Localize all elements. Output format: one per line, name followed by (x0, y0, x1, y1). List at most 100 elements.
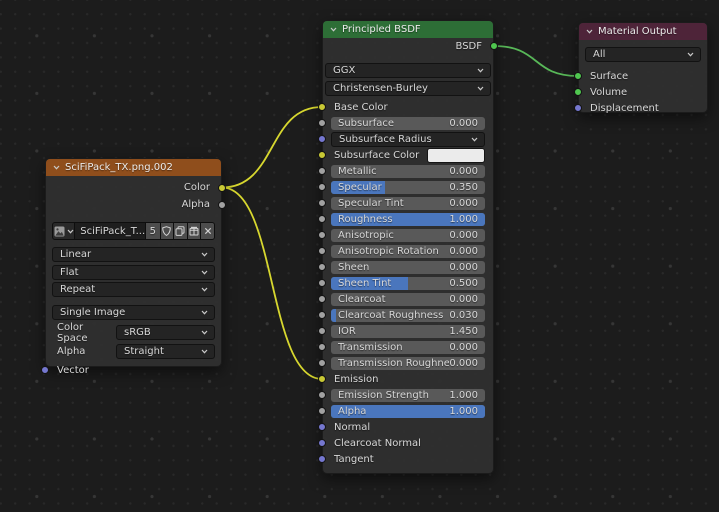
anisotropic-rotation-value: 0.000 (449, 246, 478, 257)
material-output-node[interactable]: Material Output AllSurfaceVolumeDisplace… (578, 22, 708, 113)
image-texture-node[interactable]: SciFiPack_TX.png.002 ColorAlphaSciFiPack… (45, 158, 222, 367)
gray-socket[interactable] (318, 199, 326, 207)
chevron-down-icon (477, 68, 484, 73)
purple-socket[interactable] (41, 366, 49, 374)
gray-socket[interactable] (318, 359, 326, 367)
gray-socket[interactable] (318, 311, 326, 319)
purple-socket[interactable] (318, 423, 326, 431)
prop-row-color-space: Color SpacesRGB (52, 325, 215, 340)
dropdown-ggx[interactable]: GGX (325, 63, 491, 78)
green-socket[interactable] (574, 72, 582, 80)
collapse-chevron-icon[interactable] (330, 27, 337, 32)
collapse-chevron-icon[interactable] (586, 29, 593, 34)
image-browse-button[interactable] (53, 223, 74, 239)
dropdown-single-image-value: Single Image (60, 307, 201, 318)
gray-socket[interactable] (318, 279, 326, 287)
dropdown-row-flat: Flat (52, 265, 215, 280)
gray-socket[interactable] (318, 407, 326, 415)
clearcoat-roughness-slider[interactable]: Clearcoat Roughness0.030 (331, 309, 485, 322)
bsdf-row-anisotropic-rotation: Anisotropic Rotation0.000 (323, 243, 493, 259)
gray-socket[interactable] (218, 201, 226, 209)
output-row-alpha: Alpha (46, 196, 221, 213)
purple-socket[interactable] (318, 455, 326, 463)
dropdown-alpha[interactable]: Straight (116, 344, 215, 359)
fake-user-button[interactable] (161, 223, 174, 239)
green-socket[interactable] (574, 88, 582, 96)
dropdown-ggx-value: GGX (333, 65, 477, 76)
specular-tint-label: Specular Tint (338, 198, 449, 209)
collapse-chevron-icon[interactable] (53, 165, 60, 170)
node-editor-canvas[interactable]: SciFiPack_TX.png.002 ColorAlphaSciFiPack… (0, 0, 719, 512)
dropdown-christensen-burley-value: Christensen-Burley (333, 83, 477, 94)
gray-socket[interactable] (318, 119, 326, 127)
gray-socket[interactable] (318, 231, 326, 239)
dropdown-linear[interactable]: Linear (52, 247, 215, 262)
yellow-socket[interactable] (318, 103, 326, 111)
anisotropic-label: Anisotropic (338, 230, 449, 241)
material-output-node-header[interactable]: Material Output (579, 23, 707, 40)
dropdown-single-image[interactable]: Single Image (52, 305, 215, 320)
unlink-image-button[interactable] (201, 223, 214, 239)
green-socket[interactable] (490, 42, 498, 50)
anisotropic-slider[interactable]: Anisotropic0.000 (331, 229, 485, 242)
metallic-slider[interactable]: Metallic0.000 (331, 165, 485, 178)
image-name-field[interactable]: SciFiPack_T... (75, 223, 145, 239)
dropdown-flat[interactable]: Flat (52, 265, 215, 280)
purple-socket[interactable] (574, 104, 582, 112)
ior-slider[interactable]: IOR1.450 (331, 325, 485, 338)
input-label: Displacement (590, 103, 659, 114)
gray-socket[interactable] (318, 215, 326, 223)
yellow-socket[interactable] (218, 184, 226, 192)
dropdown-all[interactable]: All (585, 47, 701, 62)
dropdown-repeat[interactable]: Repeat (52, 282, 215, 297)
gray-socket[interactable] (318, 167, 326, 175)
specular-tint-slider[interactable]: Specular Tint0.000 (331, 197, 485, 210)
tangent-label: Tangent (334, 454, 374, 465)
prop-row-alpha: AlphaStraight (52, 344, 215, 359)
gray-socket[interactable] (318, 343, 326, 351)
pack-image-button[interactable] (188, 223, 201, 239)
yellow-socket[interactable] (318, 151, 326, 159)
ior-value: 1.450 (449, 326, 478, 337)
dropdown-color-space[interactable]: sRGB (116, 325, 215, 340)
gray-socket[interactable] (318, 327, 326, 335)
specular-slider[interactable]: Specular0.350 (331, 181, 485, 194)
image-texture-node-header[interactable]: SciFiPack_TX.png.002 (46, 159, 221, 176)
gray-socket[interactable] (318, 295, 326, 303)
alpha-slider[interactable]: Alpha1.000 (331, 405, 485, 418)
gray-socket[interactable] (318, 183, 326, 191)
chevron-down-icon (201, 349, 208, 354)
x-icon (204, 227, 212, 235)
image-datablock-row: SciFiPack_T...5 (52, 222, 215, 240)
roughness-slider[interactable]: Roughness1.000 (331, 213, 485, 226)
chevron-down-icon (201, 330, 208, 335)
sheen-tint-value: 0.500 (449, 278, 478, 289)
transmission-slider[interactable]: Transmission0.000 (331, 341, 485, 354)
principled-bsdf-node-header[interactable]: Principled BSDF (323, 21, 493, 38)
sheen-slider[interactable]: Sheen0.000 (331, 261, 485, 274)
gray-socket[interactable] (318, 263, 326, 271)
sheen-tint-slider[interactable]: Sheen Tint0.500 (331, 277, 485, 290)
alpha-label: Alpha (338, 406, 449, 417)
gray-socket[interactable] (318, 391, 326, 399)
anisotropic-rotation-slider[interactable]: Anisotropic Rotation0.000 (331, 245, 485, 258)
input-row-displacement: Displacement (579, 100, 707, 116)
gray-socket[interactable] (318, 247, 326, 255)
sheen-tint-label: Sheen Tint (338, 278, 449, 289)
purple-socket[interactable] (318, 135, 326, 143)
subsurface-radius-dropdown[interactable]: Subsurface Radius (331, 132, 485, 147)
clearcoat-slider[interactable]: Clearcoat0.000 (331, 293, 485, 306)
transmission-roughness-slider[interactable]: Transmission Roughness0.000 (331, 357, 485, 370)
principled-bsdf-node[interactable]: Principled BSDF BSDFGGXChristensen-Burle… (322, 20, 494, 474)
purple-socket[interactable] (318, 439, 326, 447)
transmission-label: Transmission (338, 342, 449, 353)
subsurface-slider[interactable]: Subsurface0.000 (331, 117, 485, 130)
prop-label: Alpha (52, 346, 116, 357)
yellow-socket[interactable] (318, 375, 326, 383)
dropdown-christensen-burley[interactable]: Christensen-Burley (325, 81, 491, 96)
dropdown-all-value: All (593, 49, 687, 60)
emission-strength-slider[interactable]: Emission Strength1.000 (331, 389, 485, 402)
subsurface-color-color-swatch[interactable] (427, 148, 485, 163)
copy-image-button[interactable] (174, 223, 187, 239)
image-users-count-button[interactable]: 5 (146, 223, 159, 239)
